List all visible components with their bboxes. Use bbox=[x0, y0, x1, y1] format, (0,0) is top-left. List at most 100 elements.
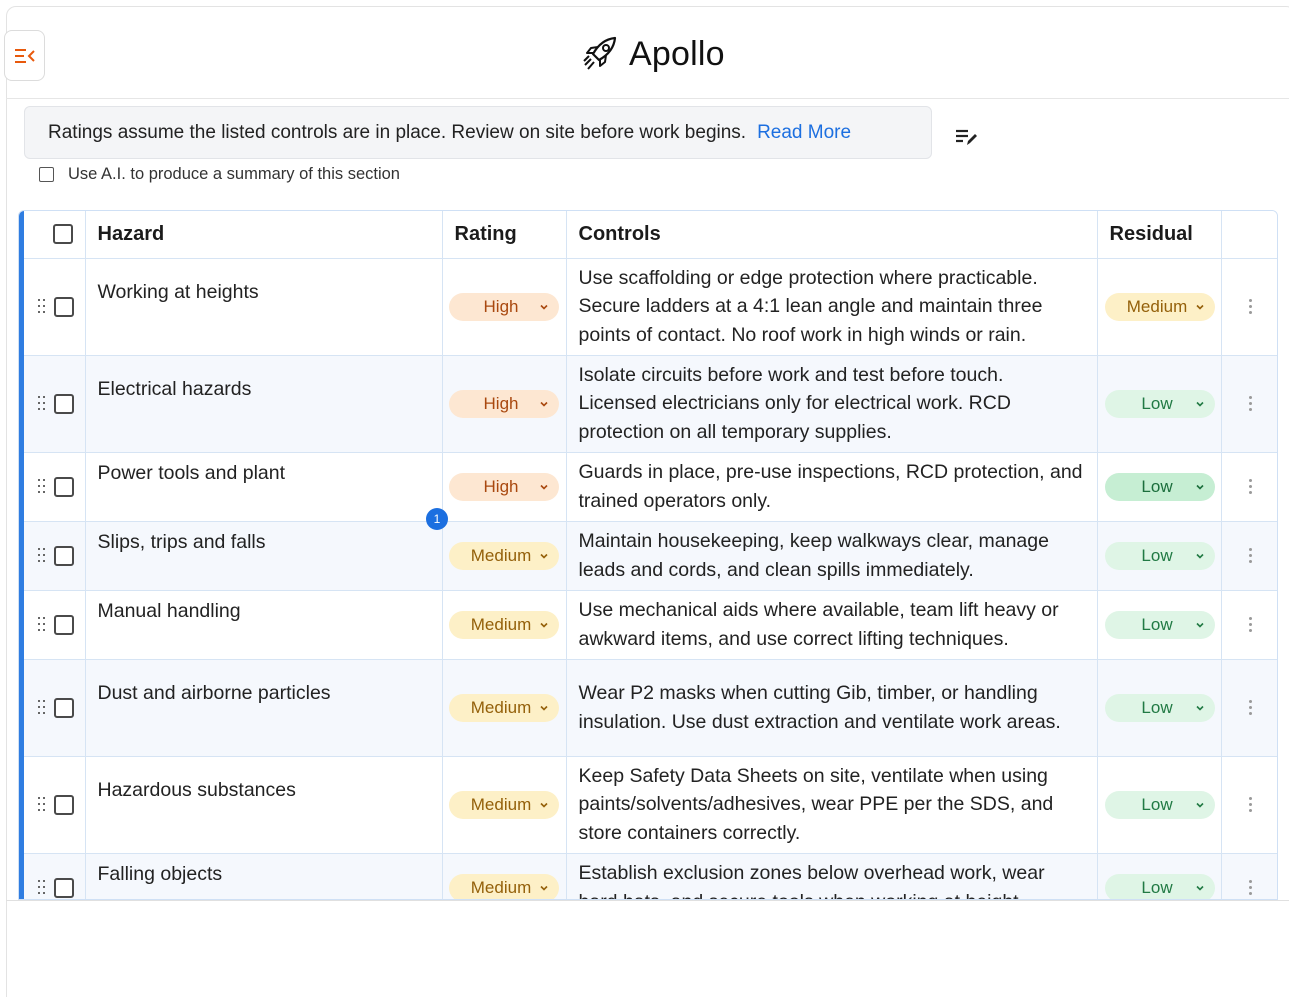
row-select-cell bbox=[19, 452, 86, 522]
chevron-down-icon bbox=[1195, 553, 1204, 559]
column-header-rating[interactable]: Rating bbox=[442, 211, 567, 259]
notification-badge[interactable]: 1 bbox=[426, 508, 448, 530]
row-select-cell bbox=[19, 853, 86, 899]
drag-handle-icon[interactable] bbox=[37, 796, 46, 813]
hazard-name: Working at heights bbox=[97, 280, 259, 303]
row-actions-cell bbox=[1221, 590, 1278, 660]
chevron-down-icon bbox=[539, 484, 548, 490]
drag-handle-icon[interactable] bbox=[37, 616, 46, 633]
drag-handle-icon[interactable] bbox=[37, 699, 46, 716]
select-all-checkbox[interactable] bbox=[52, 224, 73, 245]
controls-cell[interactable]: Guards in place, pre-use inspections, RC… bbox=[566, 452, 1098, 522]
hazard-cell[interactable]: Manual handling bbox=[85, 590, 443, 660]
drag-handle-icon[interactable] bbox=[37, 478, 46, 495]
residual-dropdown[interactable]: Low bbox=[1104, 610, 1215, 639]
controls-cell[interactable]: Isolate circuits before work and test be… bbox=[566, 355, 1098, 453]
rating-dropdown[interactable]: High bbox=[448, 292, 559, 321]
rating-dropdown[interactable]: Medium bbox=[448, 790, 559, 819]
row-select-cell bbox=[19, 258, 86, 356]
residual-dropdown[interactable]: Low bbox=[1104, 541, 1215, 570]
ai-summary-option[interactable]: Use A.I. to produce a summary of this se… bbox=[39, 165, 400, 184]
residual-dropdown[interactable]: Low bbox=[1104, 790, 1215, 819]
rating-value: Medium bbox=[470, 614, 532, 634]
table-row: Manual handling Medium Use mechanical ai… bbox=[19, 590, 1278, 660]
more-options-icon[interactable] bbox=[1222, 479, 1278, 494]
drag-handle-icon[interactable] bbox=[37, 298, 46, 315]
rating-dropdown[interactable]: Medium bbox=[448, 541, 559, 570]
hazard-name: Manual handling bbox=[97, 599, 241, 622]
residual-dropdown[interactable]: Low bbox=[1104, 693, 1215, 722]
ai-summary-checkbox[interactable] bbox=[39, 167, 54, 182]
controls-cell[interactable]: Keep Safety Data Sheets on site, ventila… bbox=[566, 756, 1098, 854]
drag-handle-icon[interactable] bbox=[37, 547, 46, 564]
hazard-cell[interactable]: Falling objects bbox=[85, 853, 443, 899]
chevron-down-icon bbox=[1195, 401, 1204, 407]
hazard-cell[interactable]: Working at heights bbox=[85, 258, 443, 356]
rating-value: Medium bbox=[470, 877, 532, 897]
more-options-icon[interactable] bbox=[1222, 299, 1278, 314]
chevron-down-icon bbox=[1195, 484, 1204, 490]
chevron-down-icon bbox=[1195, 622, 1204, 628]
residual-value: Low bbox=[1141, 545, 1173, 565]
row-checkbox[interactable] bbox=[53, 296, 74, 317]
hazard-cell[interactable]: Dust and airborne particles bbox=[85, 659, 443, 757]
rocket-icon bbox=[583, 36, 617, 70]
row-actions-cell bbox=[1221, 258, 1278, 356]
hazard-table: Hazard Rating Controls Residual Working … bbox=[18, 210, 1278, 900]
residual-value: Low bbox=[1141, 476, 1173, 496]
row-actions-cell bbox=[1221, 756, 1278, 854]
table-row: Electrical hazards High Isolate circuits… bbox=[19, 355, 1278, 453]
column-header-controls[interactable]: Controls bbox=[566, 211, 1098, 259]
controls-cell[interactable]: Maintain housekeeping, keep walkways cle… bbox=[566, 521, 1098, 591]
row-checkbox[interactable] bbox=[53, 697, 74, 718]
row-checkbox[interactable] bbox=[53, 877, 74, 898]
controls-cell[interactable]: Use mechanical aids where available, tea… bbox=[566, 590, 1098, 660]
row-checkbox[interactable] bbox=[53, 545, 74, 566]
rating-dropdown[interactable]: High bbox=[448, 389, 559, 418]
residual-cell: Low bbox=[1097, 355, 1222, 453]
residual-value: Medium bbox=[1126, 296, 1188, 316]
hazard-cell[interactable]: Electrical hazards bbox=[85, 355, 443, 453]
residual-dropdown[interactable]: Low bbox=[1104, 472, 1215, 501]
hazard-cell[interactable]: Hazardous substances bbox=[85, 756, 443, 854]
rating-cell: High bbox=[442, 355, 567, 453]
residual-dropdown[interactable]: Low bbox=[1104, 873, 1215, 899]
more-options-icon[interactable] bbox=[1222, 617, 1278, 632]
residual-value: Low bbox=[1141, 614, 1173, 634]
column-header-hazard[interactable]: Hazard bbox=[85, 211, 443, 259]
rating-dropdown[interactable]: Medium bbox=[448, 610, 559, 639]
rating-cell: High bbox=[442, 258, 567, 356]
hazard-cell[interactable]: Slips, trips and falls bbox=[85, 521, 443, 591]
rating-value: High bbox=[483, 393, 519, 413]
rating-dropdown[interactable]: High bbox=[448, 472, 559, 501]
rating-dropdown[interactable]: Medium bbox=[448, 693, 559, 722]
rating-dropdown[interactable]: Medium bbox=[448, 873, 559, 899]
edit-list-icon bbox=[956, 129, 977, 145]
more-options-icon[interactable] bbox=[1222, 548, 1278, 563]
row-select-cell bbox=[19, 756, 86, 854]
column-header-residual[interactable]: Residual bbox=[1097, 211, 1222, 259]
hazard-cell[interactable]: Power tools and plant bbox=[85, 452, 443, 522]
controls-cell[interactable]: Use scaffolding or edge protection where… bbox=[566, 258, 1098, 356]
residual-dropdown[interactable]: Medium bbox=[1104, 292, 1215, 321]
row-checkbox[interactable] bbox=[53, 393, 74, 414]
more-options-icon[interactable] bbox=[1222, 797, 1278, 812]
collapse-sidebar-icon bbox=[14, 48, 35, 63]
edit-list-button[interactable] bbox=[953, 124, 979, 148]
read-more-link[interactable]: Read More bbox=[757, 122, 851, 144]
row-checkbox[interactable] bbox=[53, 476, 74, 497]
chevron-down-icon bbox=[539, 304, 548, 310]
more-options-icon[interactable] bbox=[1222, 700, 1278, 715]
drag-handle-icon[interactable] bbox=[37, 395, 46, 412]
controls-cell[interactable]: Establish exclusion zones below overhead… bbox=[566, 853, 1098, 899]
drag-handle-icon[interactable] bbox=[37, 879, 46, 896]
more-options-icon[interactable] bbox=[1222, 396, 1278, 411]
sidebar-toggle-button[interactable] bbox=[4, 30, 45, 81]
residual-dropdown[interactable]: Low bbox=[1104, 389, 1215, 418]
row-select-cell bbox=[19, 521, 86, 591]
row-checkbox[interactable] bbox=[53, 794, 74, 815]
more-options-icon[interactable] bbox=[1222, 880, 1278, 895]
controls-cell[interactable]: Wear P2 masks when cutting Gib, timber, … bbox=[566, 659, 1098, 757]
row-checkbox[interactable] bbox=[53, 614, 74, 635]
column-header-actions bbox=[1221, 211, 1277, 259]
